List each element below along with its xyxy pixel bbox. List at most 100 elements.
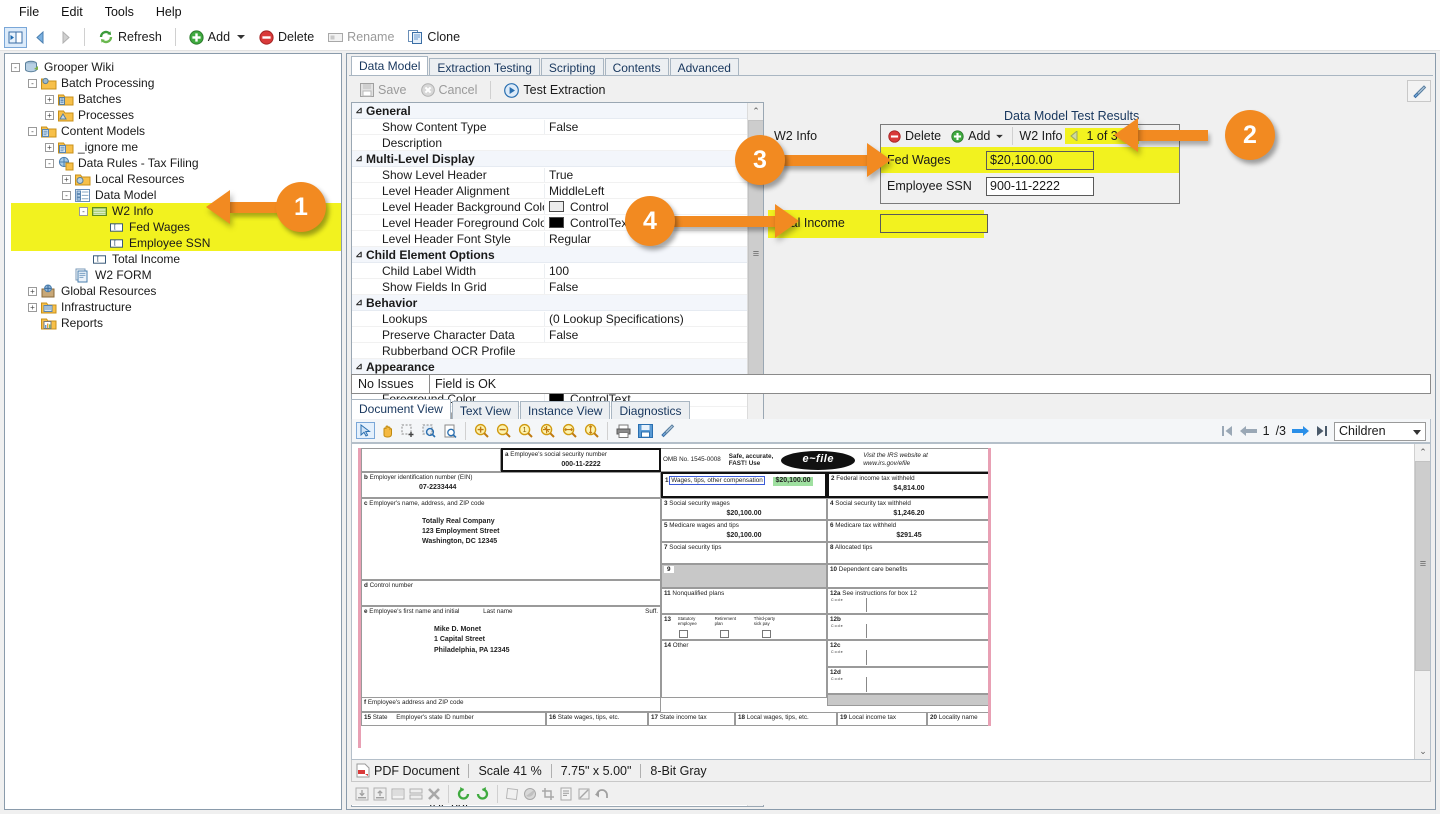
tree-node-batch-processing[interactable]: - Batch Processing [11,75,341,91]
property-category-appearance[interactable]: ⊿ Appearance [352,359,748,375]
property-category-general[interactable]: ⊿ General [352,103,748,119]
collapse-toggle-icon[interactable]: - [79,206,88,216]
tree-node-data-rules-tax-filing[interactable]: - Data Rules - Tax Filing [11,155,341,171]
next-page-icon[interactable] [1292,425,1309,437]
tree-node-batches[interactable]: + Batches [11,91,341,107]
first-page-icon[interactable] [1221,425,1234,437]
property-category-multi-level-display[interactable]: ⊿ Multi-Level Display [352,151,748,167]
despeckle-icon[interactable] [523,787,537,801]
category-expander-icon[interactable]: ⊿ [352,249,366,260]
collapse-toggle-icon[interactable]: - [28,78,37,88]
property-row-lookups[interactable]: Lookups (0 Lookup Specifications) [352,311,748,327]
menu-item-file[interactable]: File [8,2,50,22]
chevron-down-icon[interactable] [1413,424,1421,438]
editor-options-button[interactable] [1407,80,1431,102]
category-expander-icon[interactable]: ⊿ [352,361,366,372]
undo-icon[interactable] [595,787,610,801]
rename-button[interactable]: Rename [322,27,400,47]
property-row-show-content-type[interactable]: Show Content Type False [352,119,748,135]
scroll-up-icon[interactable]: ⌃ [1415,444,1430,460]
zoom-in-icon[interactable] [472,422,491,439]
property-category-behavior[interactable]: ⊿ Behavior [352,295,748,311]
cancel-button[interactable]: Cancel [415,80,484,100]
chevron-down-icon[interactable] [237,34,246,40]
select-region-tool-icon[interactable] [399,423,417,439]
tab-contents[interactable]: Contents [604,58,669,76]
collapse-toggle-icon[interactable]: - [28,126,37,136]
collapse-toggle-icon[interactable]: - [62,190,71,200]
delete-button[interactable]: Delete [253,27,320,48]
chevron-down-icon[interactable] [996,134,1004,139]
property-row-level-header-background-color[interactable]: Level Header Background Color Control [352,199,748,215]
tab-advanced[interactable]: Advanced [669,58,739,76]
tree-node-content-models[interactable]: - Content Models [11,123,341,139]
tree-node-grooper-wiki[interactable]: - Grooper Wiki [11,59,341,75]
expand-toggle-icon[interactable]: + [45,94,54,104]
refresh-button[interactable]: Refresh [92,26,168,48]
tree-node-reports[interactable]: Reports [11,315,341,331]
property-value-cell[interactable]: False [544,279,748,294]
result-field-input[interactable]: $20,100.00 [986,150,1094,170]
property-row-level-header-font-style[interactable]: Level Header Font Style Regular [352,231,748,247]
document-scrollbar[interactable]: ⌃ ⌄ [1414,444,1430,759]
ocr-text-icon[interactable] [559,787,573,801]
toggle-tree-panel-icon[interactable] [4,26,27,48]
tab-extraction-testing[interactable]: Extraction Testing [429,58,540,76]
preview-tool-icon[interactable] [441,423,459,439]
expand-toggle-icon[interactable]: + [28,302,37,312]
tree-node-w2-form[interactable]: W2 FORM [11,267,341,283]
zoom-fit-height-icon[interactable] [582,422,601,439]
instance-delete-button[interactable]: Delete [884,128,945,144]
collapse-toggle-icon[interactable]: - [11,62,20,72]
pan-hand-tool-icon[interactable] [378,423,396,439]
last-page-icon[interactable] [1315,425,1328,437]
zoom-fit-page-icon[interactable] [538,422,557,439]
property-row-show-fields-in-grid[interactable]: Show Fields In Grid False [352,279,748,295]
total-income-input[interactable] [880,214,988,233]
tree-node-employee-ssn[interactable]: I Employee SSN [11,235,341,251]
tree-node-global-resources[interactable]: + Global Resources [11,283,341,299]
clone-button[interactable]: Clone [402,27,466,47]
tree-node-ignore-me[interactable]: + _ignore me [11,139,341,155]
save-document-icon[interactable] [636,423,655,439]
property-value-cell[interactable]: False [544,327,748,342]
save-button[interactable]: Save [354,80,413,100]
delete-page-icon[interactable] [427,787,441,801]
property-value-cell[interactable]: False [544,119,748,134]
doc-tab-diagnostics[interactable]: Diagnostics [611,401,690,419]
property-value-cell[interactable]: 100 [544,263,748,278]
property-row-child-label-width[interactable]: Child Label Width 100 [352,263,748,279]
tab-scripting[interactable]: Scripting [540,58,604,76]
property-row-show-level-header[interactable]: Show Level Header True [352,167,748,183]
w2-checkbox-statutory[interactable] [679,630,688,638]
prev-page-icon[interactable] [1239,425,1257,437]
scroll-up-icon[interactable]: ⌃ [748,103,763,119]
zoom-actual-size-icon[interactable]: 1 [516,422,535,439]
crop-icon[interactable] [541,787,555,801]
zoom-out-icon[interactable] [494,422,513,439]
property-row-description[interactable]: Description [352,135,748,151]
property-row-preserve-character-data[interactable]: Preserve Character Data False [352,327,748,343]
zoom-fit-width-icon[interactable] [560,422,579,439]
category-expander-icon[interactable]: ⊿ [352,153,366,164]
expand-toggle-icon[interactable]: + [45,110,54,120]
rotate-left-icon[interactable] [456,786,471,801]
menu-item-edit[interactable]: Edit [50,2,94,22]
add-button[interactable]: Add [183,27,251,48]
category-expander-icon[interactable]: ⊿ [352,297,366,308]
doc-scope-combo[interactable]: Children [1334,421,1426,441]
property-category-child-element-options[interactable]: ⊿ Child Element Options [352,247,748,263]
w2-checkbox-thirdparty[interactable] [762,630,771,638]
expand-toggle-icon[interactable]: + [62,174,71,184]
document-render-area[interactable]: a Employee's social security number 000-… [351,443,1431,760]
invert-icon[interactable] [577,787,591,801]
scroll-thumb[interactable] [1415,461,1430,671]
doc-page-current[interactable]: 1 [1263,424,1270,438]
export-page-icon[interactable] [373,787,387,801]
property-value-cell[interactable]: (0 Lookup Specifications) [544,311,748,326]
tree-node-total-income[interactable]: I Total Income [11,251,341,267]
w2-checkbox-retirement[interactable] [720,630,729,638]
doc-tools-icon[interactable] [658,422,677,439]
zoom-region-tool-icon[interactable] [420,423,438,439]
print-icon[interactable] [614,423,633,439]
